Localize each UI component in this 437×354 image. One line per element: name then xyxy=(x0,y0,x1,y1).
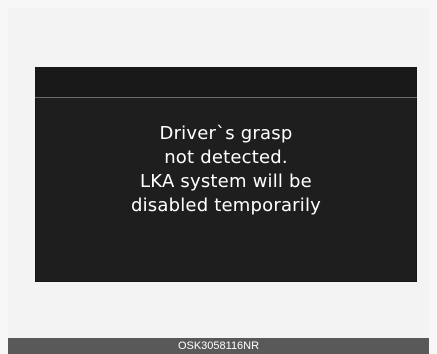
display-top-bar xyxy=(35,67,417,97)
warning-message-line-1: Driver`s grasp xyxy=(159,123,293,144)
warning-message-line-3: LKA system will be xyxy=(140,171,312,192)
warning-message: Driver`s grasp not detected. LKA system … xyxy=(35,122,417,218)
warning-message-line-2: not detected. xyxy=(164,147,288,168)
cluster-display: Driver`s grasp not detected. LKA system … xyxy=(35,67,417,282)
warning-message-line-4: disabled temporarily xyxy=(130,195,322,216)
figure-code: OSK3058116NR xyxy=(177,340,260,352)
display-divider-line xyxy=(35,97,417,98)
caption-bar: OSK3058116NR xyxy=(8,338,429,354)
